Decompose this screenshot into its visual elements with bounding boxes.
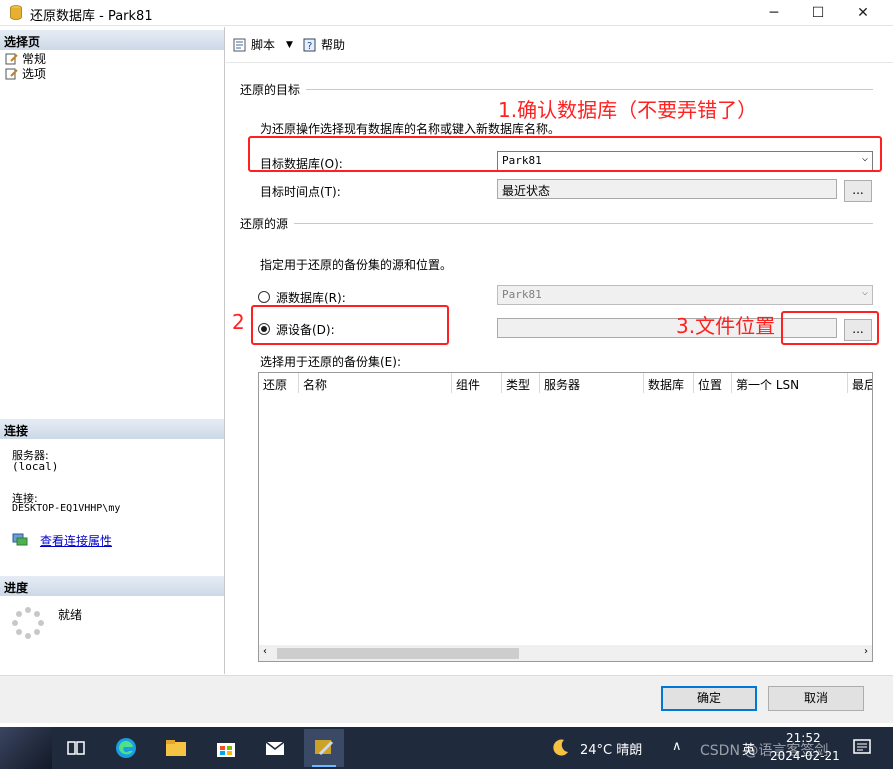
chevron-down-icon[interactable]: ▼	[286, 40, 293, 50]
window-title: 还原数据库 - Park81	[30, 9, 153, 24]
help-icon: ?	[303, 38, 316, 52]
target-time-field: 最近状态	[497, 179, 837, 199]
help-label: 帮助	[321, 38, 346, 52]
ssms-icon	[315, 740, 334, 756]
maximize-button[interactable]: ☐	[795, 0, 841, 26]
annotation-box-source-device	[251, 305, 449, 345]
page-item-label: 选项	[22, 67, 47, 81]
source-database-radio[interactable]	[258, 291, 270, 303]
notification-icon[interactable]	[852, 737, 872, 757]
help-button[interactable]: ? 帮助	[302, 36, 345, 53]
dialog-button-bar: 确定 取消	[0, 675, 893, 723]
server-value: (local)	[12, 460, 59, 473]
page-item-general[interactable]: 常规	[5, 51, 46, 66]
restore-target-group-label: 还原的目标	[240, 83, 301, 97]
progress-header: 进度	[0, 576, 224, 596]
script-label: 脚本	[251, 38, 276, 52]
microsoft-store-icon[interactable]	[214, 736, 238, 760]
group-divider	[294, 223, 873, 224]
backup-sets-label: 选择用于还原的备份集(E):	[260, 355, 401, 369]
column-header[interactable]: 数据库	[644, 373, 694, 393]
column-header[interactable]: 服务器	[540, 373, 644, 393]
scroll-left-icon[interactable]: ‹	[263, 646, 267, 657]
column-header[interactable]: 最后	[848, 373, 872, 393]
annotation-note-2: 2	[232, 310, 245, 334]
svg-text:?: ?	[307, 41, 312, 52]
file-explorer-icon[interactable]	[164, 736, 188, 760]
task-view-icon[interactable]	[64, 736, 88, 760]
connection-properties-icon	[12, 533, 28, 546]
progress-spinner-icon	[12, 607, 44, 639]
taskbar: 24°C 晴朗 ∧ 英 21:52 2024-02-21 CSDN @语言客签剑	[0, 727, 893, 769]
horizontal-scrollbar[interactable]: ‹ ›	[259, 645, 872, 661]
chevron-down-icon: ⌵	[861, 287, 868, 298]
select-page-header: 选择页	[0, 30, 224, 50]
annotation-note-3: 3.文件位置	[676, 314, 776, 338]
page-icon	[5, 53, 18, 64]
column-header[interactable]: 第一个 LSN	[732, 373, 848, 393]
column-header[interactable]: 位置	[694, 373, 732, 393]
wallpaper-thumbnail	[0, 727, 52, 769]
close-button[interactable]: ✕	[840, 0, 886, 26]
target-time-browse-button[interactable]: ...	[844, 180, 872, 202]
weather-text[interactable]: 24°C 晴朗	[580, 739, 642, 758]
connection-value: DESKTOP-EQ1VHHP\my	[12, 503, 121, 514]
page-item-options[interactable]: 选项	[5, 66, 46, 81]
toolbar: 脚本 ▼ ? 帮助	[226, 27, 893, 63]
cancel-button[interactable]: 取消	[768, 686, 864, 711]
group-divider	[306, 89, 873, 90]
connection-header: 连接	[0, 419, 224, 439]
scroll-right-icon[interactable]: ›	[864, 646, 868, 657]
view-connection-properties-link[interactable]: 查看连接属性	[40, 532, 112, 549]
column-header[interactable]: 组件	[452, 373, 502, 393]
annotation-box-file-location	[781, 311, 879, 345]
restore-source-group-label: 还原的源	[240, 217, 289, 231]
annotation-box-target-db	[248, 136, 882, 172]
source-database-value: Park81	[502, 288, 542, 301]
active-indicator	[312, 765, 336, 767]
target-time-label: 目标时间点(T):	[260, 185, 341, 199]
title-bar: 还原数据库 - Park81 ─ ☐ ✕	[0, 0, 893, 26]
edge-browser-icon[interactable]	[114, 736, 138, 760]
moon-weather-icon	[553, 739, 568, 756]
watermark: CSDN @语言客签剑	[700, 743, 829, 759]
database-icon	[10, 5, 22, 20]
column-header[interactable]: 还原	[259, 373, 299, 393]
taskbar-active-app[interactable]	[304, 729, 344, 767]
annotation-note-1: 1.确认数据库（不要弄错了）	[498, 98, 758, 122]
mail-icon[interactable]	[263, 736, 287, 760]
column-header[interactable]: 类型	[502, 373, 540, 393]
page-icon	[5, 68, 18, 79]
ok-button[interactable]: 确定	[661, 686, 757, 711]
source-database-select[interactable]: Park81 ⌵	[497, 285, 873, 305]
column-header[interactable]: 名称	[299, 373, 452, 393]
minimize-button[interactable]: ─	[751, 0, 797, 26]
left-pane: 选择页 常规 选项 连接 服务器: (local) 连接: DESKTOP-EQ…	[0, 27, 225, 674]
chevron-up-icon[interactable]: ∧	[672, 739, 682, 754]
progress-status: 就绪	[58, 608, 83, 622]
restore-source-instruction: 指定用于还原的备份集的源和位置。	[260, 258, 453, 272]
backup-sets-grid[interactable]: 还原 名称 组件 类型 服务器 数据库 位置 第一个 LSN 最后 ‹ ›	[258, 372, 873, 662]
source-database-label: 源数据库(R):	[276, 291, 346, 305]
script-button[interactable]: 脚本 ▼	[232, 36, 293, 53]
scrollbar-thumb[interactable]	[277, 648, 519, 659]
script-icon	[233, 38, 246, 51]
